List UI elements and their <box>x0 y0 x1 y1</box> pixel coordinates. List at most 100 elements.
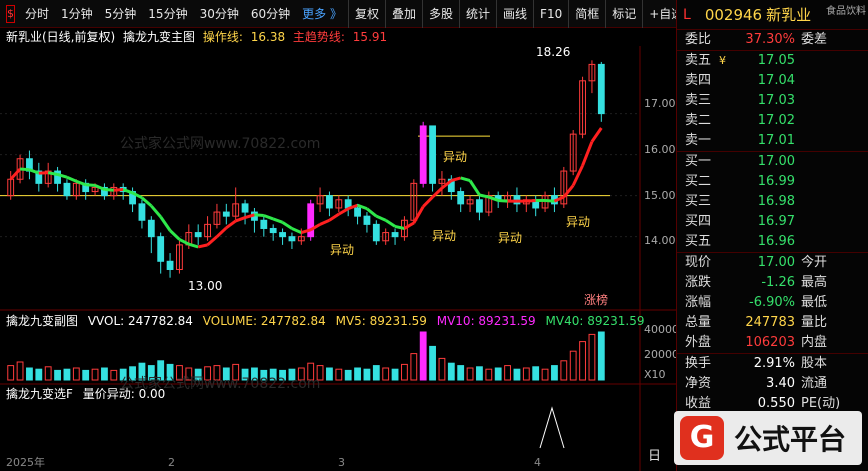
tab-5min[interactable]: 5分钟 <box>99 0 143 28</box>
trend-segment <box>104 188 114 192</box>
bid-price: 17.00 <box>757 154 795 169</box>
stat-label-2: 量比 <box>801 315 828 330</box>
volume-bar <box>569 350 577 381</box>
candle-body <box>429 125 436 184</box>
ask-row-5[interactable]: 卖五 ¥ 17.05 <box>677 51 868 71</box>
ask-label: 卖三 <box>685 93 712 108</box>
bid-row-4[interactable]: 买四 16.97 <box>677 212 868 232</box>
ask-price: 17.04 <box>757 73 795 88</box>
kline-chart-area[interactable]: 新乳业(日线,前复权) 擒龙九变主图 操作线: 16.38 主趋势线: 15.9… <box>0 28 676 471</box>
bid-row-5[interactable]: 买五 16.96 <box>677 232 868 252</box>
trend-segment <box>479 193 490 199</box>
chart-annotations: 18.26 13.00 异动 异动 异动 异动 异动 涨榜 2025年 2 3 … <box>6 45 676 469</box>
f10-button[interactable]: F10 <box>533 0 568 28</box>
fuquan-button[interactable]: 复权 <box>347 0 385 28</box>
volume-bar <box>372 365 380 381</box>
vvol-value: VVOL: 247782.84 <box>87 314 193 328</box>
kline-svg[interactable]: 18.26 13.00 异动 异动 异动 异动 异动 涨榜 2025年 2 3 … <box>0 28 676 471</box>
trend-segment <box>272 217 284 224</box>
trend-segment <box>571 164 584 187</box>
candle-body <box>138 203 146 221</box>
bid-row-3[interactable]: 买三 16.98 <box>677 192 868 212</box>
ask-label: 卖一 <box>685 133 712 148</box>
trend-segment <box>460 176 471 183</box>
mv5-value: MV5: 89231.59 <box>335 314 427 328</box>
simple-frame-button[interactable]: 简框 <box>568 0 605 28</box>
trend-segment <box>581 141 594 167</box>
volume-bar <box>513 368 521 381</box>
price-tick-15: 15.00 <box>644 189 676 202</box>
trend-segment <box>75 179 87 187</box>
quote-panel: L 002946 新乳业 食品饮料 委比 37.30% 委差 卖五 ¥ 17.0… <box>674 0 868 471</box>
bid-label: 买三 <box>685 194 712 209</box>
tab-15min[interactable]: 15分钟 <box>142 0 193 28</box>
signal-value: 量价异动: 0.00 <box>82 387 166 401</box>
ask-row-4[interactable]: 卖四 17.04 <box>677 71 868 91</box>
volume-bar <box>579 341 586 381</box>
high-price-label: 18.26 <box>536 45 570 59</box>
volume-bar <box>91 368 99 381</box>
trend-segment <box>338 207 349 216</box>
volume-bar <box>466 367 474 381</box>
trend-segment <box>159 216 172 232</box>
stat-label-2: 今开 <box>801 255 828 270</box>
ask-row-1[interactable]: 卖一 17.01 <box>677 131 868 151</box>
multi-stock-button[interactable]: 多股 <box>422 0 459 28</box>
tab-1min[interactable]: 1分钟 <box>55 0 99 28</box>
tab-60min[interactable]: 60分钟 <box>245 0 296 28</box>
bid-row-1[interactable]: 买一 17.00 <box>677 152 868 172</box>
tab-fenshi[interactable]: 分时 <box>19 0 55 28</box>
volume-bar <box>457 365 465 381</box>
weibi-label: 委比 <box>685 32 712 47</box>
candle-body <box>269 227 277 234</box>
ask-row-3[interactable]: 卖三 17.03 <box>677 91 868 111</box>
weicha-label: 委差 <box>801 32 828 47</box>
volume-bar <box>363 368 371 381</box>
bid-price: 16.99 <box>757 174 795 189</box>
app-logo-icon: $ <box>6 4 15 23</box>
candle-body <box>63 182 71 197</box>
low-price-label: 13.00 <box>188 279 222 293</box>
trend-segment <box>113 188 124 192</box>
overlay-button[interactable]: 叠加 <box>384 0 422 28</box>
tab-30min[interactable]: 30分钟 <box>194 0 245 28</box>
volume-bar <box>532 366 540 381</box>
volume-value: VOLUME: 247782.84 <box>202 314 326 328</box>
trend-segment <box>94 184 106 191</box>
volume-bar <box>54 369 61 381</box>
candle-body <box>476 199 483 213</box>
sub-legend: 擒龙九变副图 VVOL: 247782.84 VOLUME: 247782.84… <box>6 312 650 330</box>
industry-tag[interactable]: 食品饮料 <box>826 2 866 17</box>
ask-price: 17.05 <box>757 53 795 68</box>
mark-button[interactable]: 标记 <box>605 0 642 28</box>
trend-segment <box>206 235 218 247</box>
trend-segment <box>122 188 134 195</box>
volume-bar <box>494 367 502 381</box>
sub-indicator-name[interactable]: 擒龙九变副图 <box>6 314 78 328</box>
stat-row-change: 涨跌 -1.26 最高 <box>677 273 868 293</box>
statistics-button[interactable]: 统计 <box>459 0 496 28</box>
volume-bar <box>504 365 511 381</box>
stat-row-volume: 总量 247783 量比 <box>677 313 868 333</box>
candle-body <box>372 223 380 242</box>
trend-segment <box>85 183 96 187</box>
more-button[interactable]: 更多 》 <box>296 0 348 28</box>
volume-bar <box>438 357 446 381</box>
volume-bar <box>16 361 24 381</box>
bid-row-2[interactable]: 买二 16.99 <box>677 172 868 192</box>
stat-value: -6.90% <box>749 295 795 310</box>
volume-bar <box>476 366 483 381</box>
period-day-label[interactable]: 日 <box>648 449 661 464</box>
trend-segment <box>197 243 208 249</box>
draw-line-button[interactable]: 画线 <box>496 0 533 28</box>
mv10-value: MV10: 89231.59 <box>436 314 536 328</box>
ask-row-2[interactable]: 卖二 17.02 <box>677 111 868 131</box>
volume-bar <box>419 331 427 381</box>
stat-row-price: 现价 17.00 今开 <box>677 253 868 273</box>
bid-price: 16.98 <box>757 194 795 209</box>
select-indicator-name[interactable]: 擒龙九变选F <box>6 387 73 401</box>
stat-label: 涨幅 <box>685 295 712 310</box>
bid-price: 16.97 <box>757 214 795 229</box>
volume-bar <box>354 367 361 381</box>
ask-price: 17.01 <box>757 133 795 148</box>
